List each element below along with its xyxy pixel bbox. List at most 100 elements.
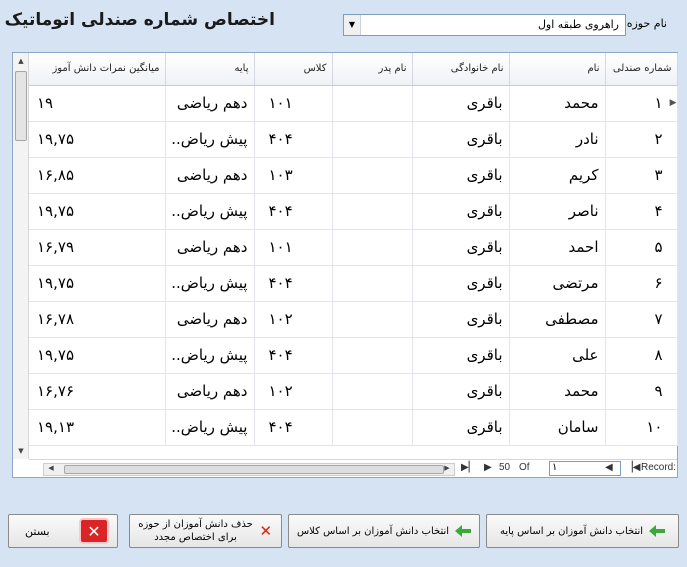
- column-header[interactable]: پایه: [165, 53, 255, 86]
- cell-grade[interactable]: دهم ریاضی: [165, 157, 255, 194]
- cell-seat[interactable]: ۴: [605, 193, 678, 230]
- cell-grade[interactable]: پیش ریاض..: [165, 409, 255, 446]
- cell-avg[interactable]: ۱۹,۱۳: [29, 409, 166, 446]
- table-row[interactable]: ۵ احمد باقری ۱۰۱ دهم ریاضی ۱۶,۷۹: [29, 229, 678, 266]
- column-header[interactable]: کلاس: [254, 53, 333, 86]
- table-row[interactable]: ۱۰ سامان باقری ۴۰۴ پیش ریاض.. ۱۹,۱۳: [29, 409, 678, 446]
- cell-family[interactable]: باقری: [412, 85, 510, 122]
- cell-seat[interactable]: ۸: [605, 337, 678, 374]
- cell-class[interactable]: ۱۰۳: [254, 157, 333, 194]
- cell-father[interactable]: [332, 337, 413, 374]
- select-by-grade-button[interactable]: انتخاب دانش آموزان بر اساس پایه: [486, 514, 679, 548]
- horizontal-scroll-thumb[interactable]: [64, 465, 444, 474]
- cell-family[interactable]: باقری: [412, 265, 510, 302]
- scroll-down-icon[interactable]: ▼: [14, 444, 28, 458]
- cell-class[interactable]: ۱۰۲: [254, 373, 333, 410]
- cell-name[interactable]: نادر: [509, 121, 606, 158]
- cell-family[interactable]: باقری: [412, 337, 510, 374]
- cell-avg[interactable]: ۱۹: [29, 85, 166, 122]
- cell-name[interactable]: محمد: [509, 373, 606, 410]
- cell-seat[interactable]: ۳: [605, 157, 678, 194]
- table-row[interactable]: ۹ محمد باقری ۱۰۲ دهم ریاضی ۱۶,۷۶: [29, 373, 678, 410]
- last-record-icon[interactable]: ▶▏: [461, 462, 476, 473]
- cell-family[interactable]: باقری: [412, 373, 510, 410]
- table-row[interactable]: ۸ علی باقری ۴۰۴ پیش ریاض.. ۱۹,۷۵: [29, 337, 678, 374]
- cell-father[interactable]: [332, 409, 413, 446]
- cell-avg[interactable]: ۱۶,۷۶: [29, 373, 166, 410]
- column-header[interactable]: نام پدر: [332, 53, 413, 86]
- cell-name[interactable]: مرتضی: [509, 265, 606, 302]
- cell-family[interactable]: باقری: [412, 193, 510, 230]
- cell-family[interactable]: باقری: [412, 157, 510, 194]
- close-button[interactable]: ✕ بستن: [8, 514, 118, 548]
- cell-avg[interactable]: ۱۶,۸۵: [29, 157, 166, 194]
- delete-students-button[interactable]: ✕ حذف دانش آموزان از حوزه برای اختصاص مج…: [129, 514, 282, 548]
- cell-class[interactable]: ۴۰۴: [254, 409, 333, 446]
- prev-record-icon[interactable]: ◀: [605, 462, 613, 473]
- cell-name[interactable]: کریم: [509, 157, 606, 194]
- cell-avg[interactable]: ۱۹,۷۵: [29, 193, 166, 230]
- cell-family[interactable]: باقری: [412, 229, 510, 266]
- cell-father[interactable]: [332, 373, 413, 410]
- table-row[interactable]: ۲ نادر باقری ۴۰۴ پیش ریاض.. ۱۹,۷۵: [29, 121, 678, 158]
- vertical-scroll-thumb[interactable]: [15, 71, 27, 141]
- cell-avg[interactable]: ۱۹,۷۵: [29, 121, 166, 158]
- cell-avg[interactable]: ۱۹,۷۵: [29, 265, 166, 302]
- cell-class[interactable]: ۴۰۴: [254, 193, 333, 230]
- cell-father[interactable]: [332, 265, 413, 302]
- cell-name[interactable]: محمد: [509, 85, 606, 122]
- column-header[interactable]: نام خانوادگی: [412, 53, 510, 86]
- scroll-right-icon[interactable]: ▶: [441, 464, 453, 472]
- column-header[interactable]: میانگین نمرات دانش آموز: [29, 53, 166, 86]
- horizontal-scrollbar[interactable]: ◀ ▶: [43, 463, 455, 476]
- cell-father[interactable]: [332, 157, 413, 194]
- chevron-down-icon[interactable]: ▼: [344, 15, 361, 35]
- cell-seat[interactable]: ۲: [605, 121, 678, 158]
- table-row[interactable]: ۶ مرتضی باقری ۴۰۴ پیش ریاض.. ۱۹,۷۵: [29, 265, 678, 302]
- cell-name[interactable]: سامان: [509, 409, 606, 446]
- cell-father[interactable]: [332, 121, 413, 158]
- cell-name[interactable]: ناصر: [509, 193, 606, 230]
- cell-grade[interactable]: پیش ریاض..: [165, 193, 255, 230]
- cell-name[interactable]: مصطفی: [509, 301, 606, 338]
- cell-grade[interactable]: دهم ریاضی: [165, 373, 255, 410]
- cell-seat[interactable]: ۱ ▶: [605, 85, 678, 122]
- cell-seat[interactable]: ۵: [605, 229, 678, 266]
- column-header[interactable]: شماره صندلی: [605, 53, 678, 86]
- cell-grade[interactable]: دهم ریاضی: [165, 85, 255, 122]
- cell-name[interactable]: احمد: [509, 229, 606, 266]
- cell-seat[interactable]: ۹: [605, 373, 678, 410]
- cell-class[interactable]: ۴۰۴: [254, 337, 333, 374]
- cell-grade[interactable]: دهم ریاضی: [165, 301, 255, 338]
- cell-class[interactable]: ۴۰۴: [254, 265, 333, 302]
- cell-class[interactable]: ۱۰۱: [254, 85, 333, 122]
- cell-name[interactable]: علی: [509, 337, 606, 374]
- scroll-up-icon[interactable]: ▲: [14, 54, 28, 68]
- cell-family[interactable]: باقری: [412, 409, 510, 446]
- scroll-left-icon[interactable]: ◀: [45, 464, 57, 472]
- cell-avg[interactable]: ۱۹,۷۵: [29, 337, 166, 374]
- cell-father[interactable]: [332, 85, 413, 122]
- vertical-scrollbar[interactable]: ▲ ▼: [13, 53, 29, 459]
- cell-avg[interactable]: ۱۶,۷۹: [29, 229, 166, 266]
- table-row[interactable]: ۴ ناصر باقری ۴۰۴ پیش ریاض.. ۱۹,۷۵: [29, 193, 678, 230]
- cell-seat[interactable]: ۷: [605, 301, 678, 338]
- cell-family[interactable]: باقری: [412, 301, 510, 338]
- cell-avg[interactable]: ۱۶,۷۸: [29, 301, 166, 338]
- cell-grade[interactable]: پیش ریاض..: [165, 337, 255, 374]
- cell-father[interactable]: [332, 193, 413, 230]
- select-by-class-button[interactable]: انتخاب دانش آموزان بر اساس کلاس: [288, 514, 480, 548]
- cell-seat[interactable]: ۶: [605, 265, 678, 302]
- zone-select[interactable]: راهروی طبقه اول ▼: [343, 14, 626, 36]
- column-header[interactable]: نام: [509, 53, 606, 86]
- cell-father[interactable]: [332, 301, 413, 338]
- cell-grade[interactable]: پیش ریاض..: [165, 121, 255, 158]
- cell-class[interactable]: ۱۰۲: [254, 301, 333, 338]
- first-record-icon[interactable]: ▕◀: [625, 462, 640, 473]
- cell-grade[interactable]: پیش ریاض..: [165, 265, 255, 302]
- cell-family[interactable]: باقری: [412, 121, 510, 158]
- cell-seat[interactable]: ۱۰: [605, 409, 678, 446]
- table-row[interactable]: ۱ ▶ محمد باقری ۱۰۱ دهم ریاضی ۱۹: [29, 85, 678, 122]
- cell-class[interactable]: ۱۰۱: [254, 229, 333, 266]
- cell-grade[interactable]: دهم ریاضی: [165, 229, 255, 266]
